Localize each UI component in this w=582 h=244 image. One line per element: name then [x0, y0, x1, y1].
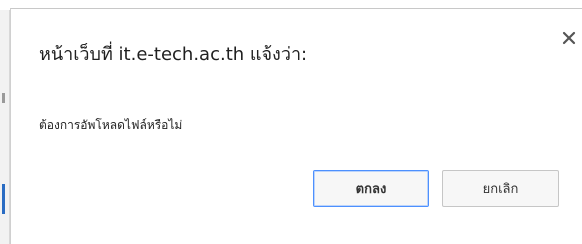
close-icon[interactable]	[560, 29, 578, 47]
dialog-title: หน้าเว็บที่ it.e-tech.ac.th แจ้งว่า:	[39, 44, 308, 65]
cancel-button-label: ยกเลิก	[482, 182, 519, 197]
background-accent-marker	[2, 184, 5, 214]
alert-dialog: หน้าเว็บที่ it.e-tech.ac.th แจ้งว่า: ต้อ…	[10, 8, 582, 244]
background-window-edge	[0, 10, 10, 244]
cancel-button[interactable]: ยกเลิก	[442, 170, 559, 207]
background-marker	[2, 93, 5, 103]
ok-button-label: ตกลง	[355, 182, 387, 197]
ok-button[interactable]: ตกลง	[313, 170, 429, 207]
dialog-message: ต้องการอัพโหลดไฟล์หรือไม่	[39, 118, 183, 132]
